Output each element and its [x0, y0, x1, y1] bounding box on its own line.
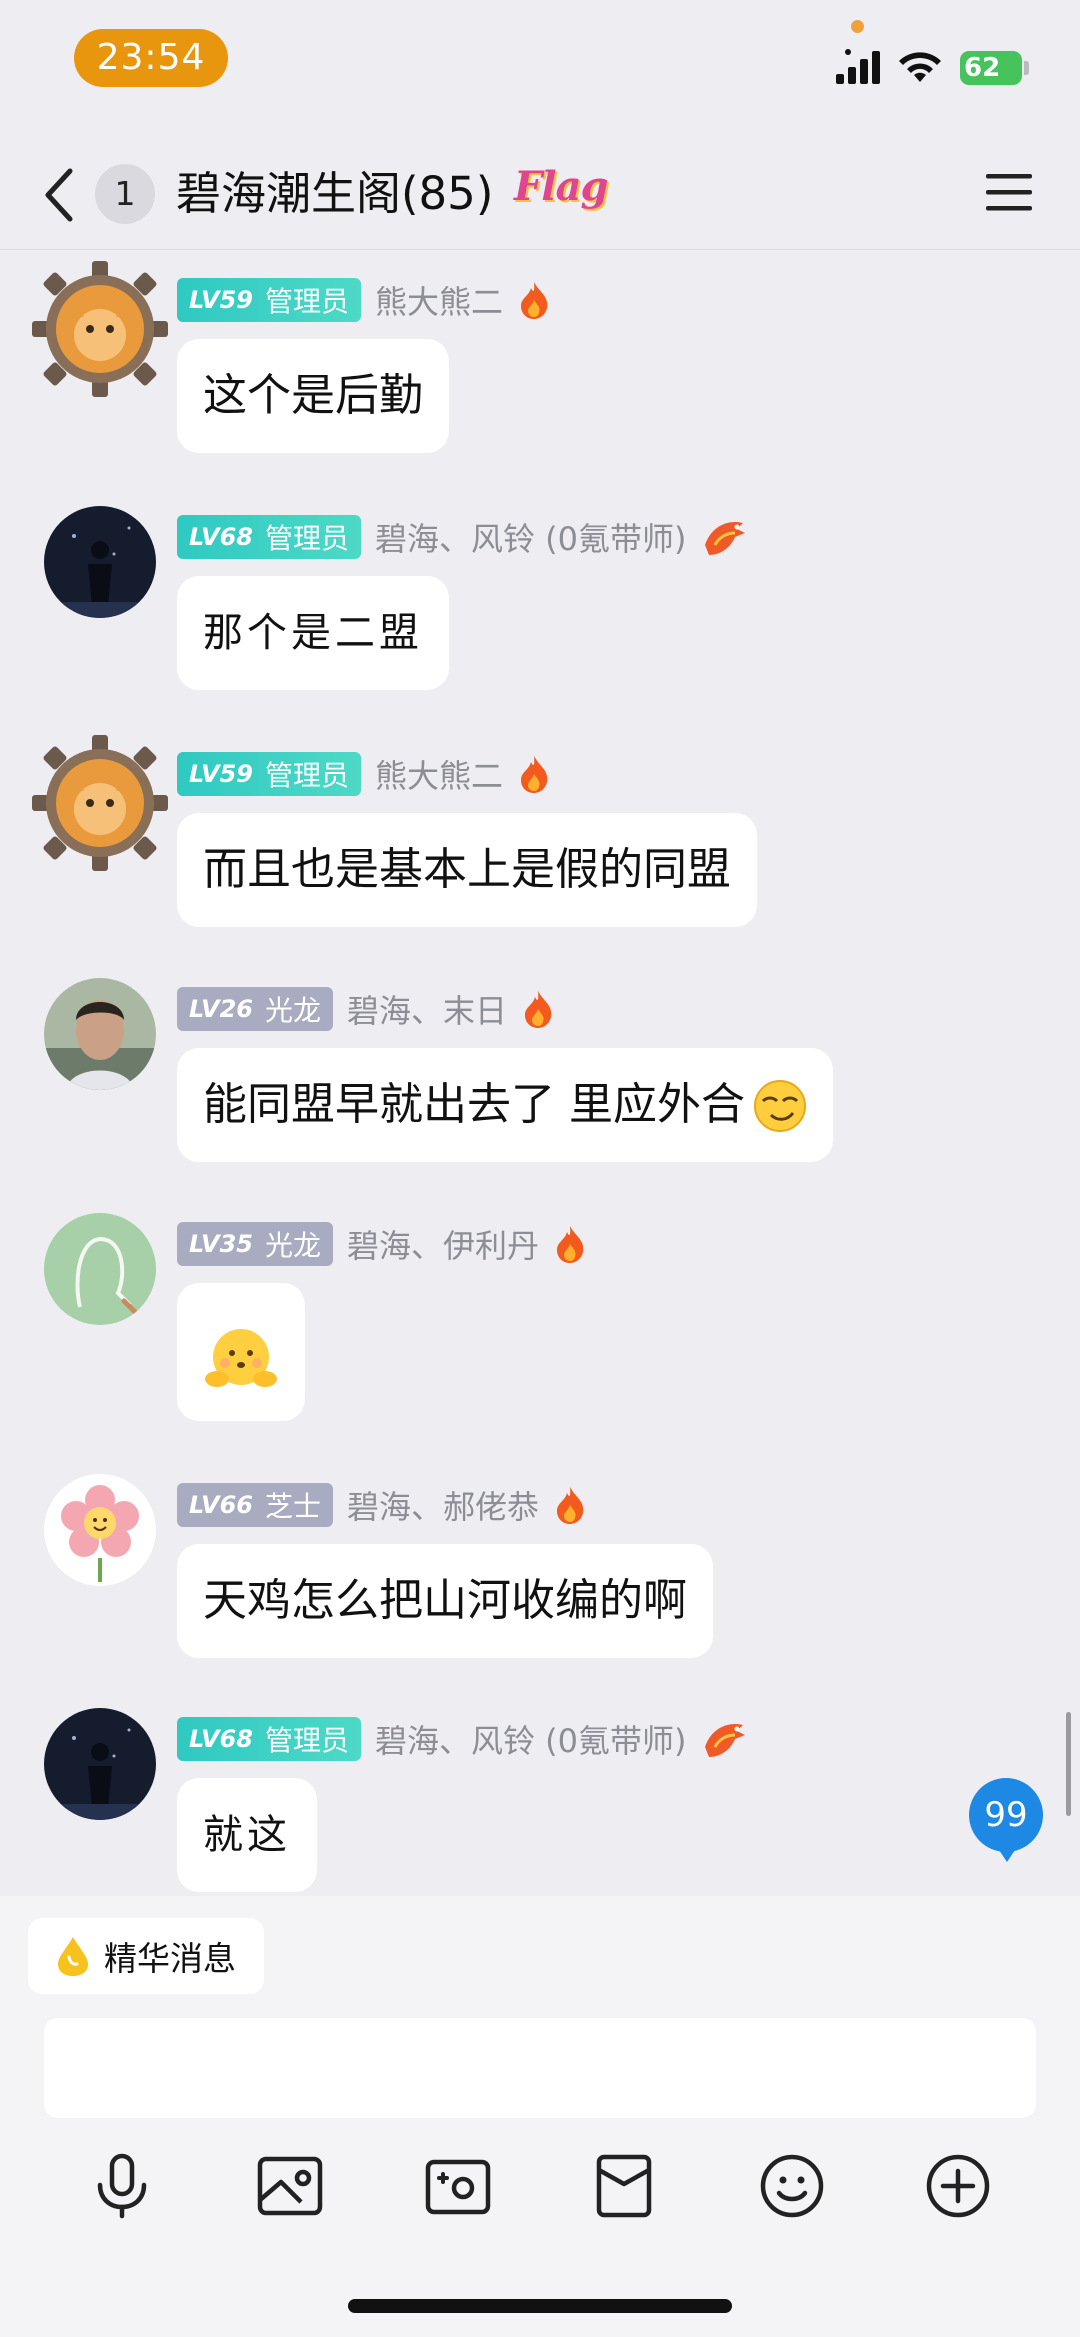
menu-icon[interactable] [984, 168, 1034, 218]
sender-name[interactable]: 碧海、末日 [347, 986, 507, 1032]
status-time: 23:54 [74, 29, 228, 87]
group-title: 碧海潮生阁(85) [176, 167, 494, 220]
red-packet-icon [596, 2154, 652, 2218]
drop-icon [58, 1937, 88, 1976]
sender-name[interactable]: 碧海、伊利丹 [347, 1221, 539, 1267]
message-meta: LV66 芝士 碧海、郝佬恭 [177, 1482, 587, 1528]
role-text: 管理员 [264, 1724, 349, 1757]
message-meta: LV68 管理员 碧海、风铃 (0氪带师) [177, 1716, 749, 1762]
level-badge: LV59 管理员 [177, 278, 361, 322]
sender-name[interactable]: 碧海、风铃 (0氪带师) [375, 514, 687, 560]
level-badge: LV35 光龙 [177, 1222, 333, 1266]
message-bubble[interactable]: 这个是后勤 [177, 339, 449, 453]
sender-name[interactable]: 碧海、郝佬恭 [347, 1482, 539, 1528]
message-text: 能同盟早就出去了 里应外合 [203, 1079, 745, 1130]
level-text: LV68 [189, 523, 253, 551]
message-meta: LV59 管理员 熊大熊二 [177, 277, 551, 323]
more-button[interactable] [918, 2146, 998, 2226]
sender-name[interactable]: 熊大熊二 [375, 277, 503, 323]
level-text: LV59 [189, 286, 253, 314]
role-text: 光龙 [264, 1229, 321, 1262]
image-icon [257, 2156, 323, 2216]
level-text: LV66 [189, 1491, 253, 1519]
dragon-icon [704, 521, 745, 555]
fire-icon [521, 282, 548, 319]
input-toolbar [0, 2146, 1080, 2246]
level-text: LV26 [189, 995, 253, 1023]
new-messages-badge[interactable]: 99 [969, 1778, 1043, 1862]
avatar[interactable] [44, 1474, 156, 1586]
level-badge: LV59 管理员 [177, 752, 361, 796]
camera-button[interactable] [418, 2146, 498, 2226]
avatar[interactable] [44, 978, 156, 1090]
message-bubble[interactable] [177, 1283, 305, 1421]
avatar[interactable] [44, 1213, 156, 1325]
microphone-icon [97, 2153, 147, 2219]
fire-icon [557, 1226, 584, 1263]
fire-icon [521, 756, 548, 793]
message-list[interactable]: LV59 管理员 熊大熊二 这个是后勤 LV68 管理员 碧海、风铃 (0氪带师) … [0, 251, 1080, 1896]
input-panel: 精华消息 [0, 1896, 1080, 2337]
sender-name[interactable]: 碧海、风铃 (0氪带师) [375, 1716, 687, 1762]
voice-button[interactable] [82, 2146, 162, 2226]
role-text: 管理员 [264, 285, 349, 318]
role-text: 管理员 [264, 759, 349, 792]
smirk-emoji-icon [754, 1080, 806, 1132]
message-bubble[interactable]: 那个是二盟 [177, 576, 449, 690]
essence-messages-button[interactable]: 精华消息 [28, 1918, 264, 1994]
essence-label: 精华消息 [104, 1939, 236, 1978]
fire-icon [525, 991, 552, 1028]
message-meta: LV26 光龙 碧海、末日 [177, 986, 555, 1032]
hug-emoji-icon [205, 1329, 277, 1387]
emoji-icon [760, 2154, 824, 2218]
role-text: 管理员 [264, 522, 349, 555]
unread-count-badge[interactable]: 1 [95, 164, 155, 224]
cellular-signal-icon [836, 49, 880, 84]
message-bubble[interactable]: 天鸡怎么把山河收编的啊 [177, 1544, 713, 1658]
emoji-button[interactable] [752, 2146, 832, 2226]
level-badge: LV68 管理员 [177, 1717, 361, 1761]
avatar[interactable] [32, 261, 168, 397]
back-icon[interactable] [38, 165, 82, 225]
level-text: LV59 [189, 760, 253, 788]
battery-tip [1024, 61, 1029, 75]
message-bubble[interactable]: 而且也是基本上是假的同盟 [177, 813, 757, 927]
status-bar: 23:54 62 [0, 0, 1080, 140]
camera-icon [425, 2159, 491, 2215]
avatar[interactable] [44, 1708, 156, 1820]
role-text: 光龙 [264, 994, 321, 1027]
level-text: LV35 [189, 1230, 253, 1258]
message-bubble[interactable]: 能同盟早就出去了 里应外合 [177, 1048, 833, 1162]
scrollbar[interactable] [1066, 1712, 1071, 1816]
level-badge: LV66 芝士 [177, 1483, 333, 1527]
level-badge: LV26 光龙 [177, 987, 333, 1031]
chat-header: 1 碧海潮生阁(85) Flag [0, 140, 1080, 250]
role-text: 芝士 [264, 1490, 321, 1523]
message-meta: LV59 管理员 熊大熊二 [177, 751, 551, 797]
level-text: LV68 [189, 1725, 253, 1753]
dragon-icon [704, 1723, 745, 1757]
avatar[interactable] [44, 506, 156, 618]
battery-icon: 62 [960, 51, 1022, 85]
message-meta: LV68 管理员 碧海、风铃 (0氪带师) [177, 514, 749, 560]
home-indicator[interactable] [348, 2299, 732, 2313]
sender-name[interactable]: 熊大熊二 [375, 751, 503, 797]
red-packet-button[interactable] [584, 2146, 664, 2226]
message-input[interactable] [44, 2018, 1036, 2118]
fire-icon [557, 1487, 584, 1524]
avatar[interactable] [32, 735, 168, 871]
privacy-indicator-icon [851, 20, 864, 33]
photo-button[interactable] [250, 2146, 330, 2226]
message-bubble[interactable]: 就这 [177, 1778, 317, 1892]
group-flag-tag: Flag [514, 163, 608, 210]
plus-icon [926, 2154, 990, 2218]
message-meta: LV35 光龙 碧海、伊利丹 [177, 1221, 587, 1267]
level-badge: LV68 管理员 [177, 515, 361, 559]
wifi-icon [899, 52, 941, 82]
